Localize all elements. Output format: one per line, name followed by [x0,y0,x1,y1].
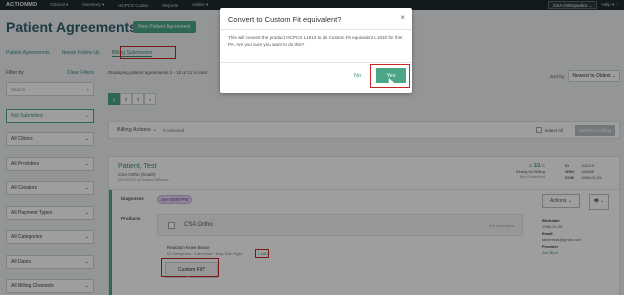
modal-body: This will convert the product HCPCS L181… [228,35,403,47]
highlight-box-yes [370,64,410,88]
modal-divider [220,62,412,63]
no-button[interactable]: No [354,73,361,79]
modal-title: Convert to Custom Fit equivalent? [228,15,342,24]
close-icon[interactable]: × [400,13,405,22]
modal-divider [220,29,412,30]
convert-custom-fit-modal: Convert to Custom Fit equivalent? × This… [220,8,412,93]
